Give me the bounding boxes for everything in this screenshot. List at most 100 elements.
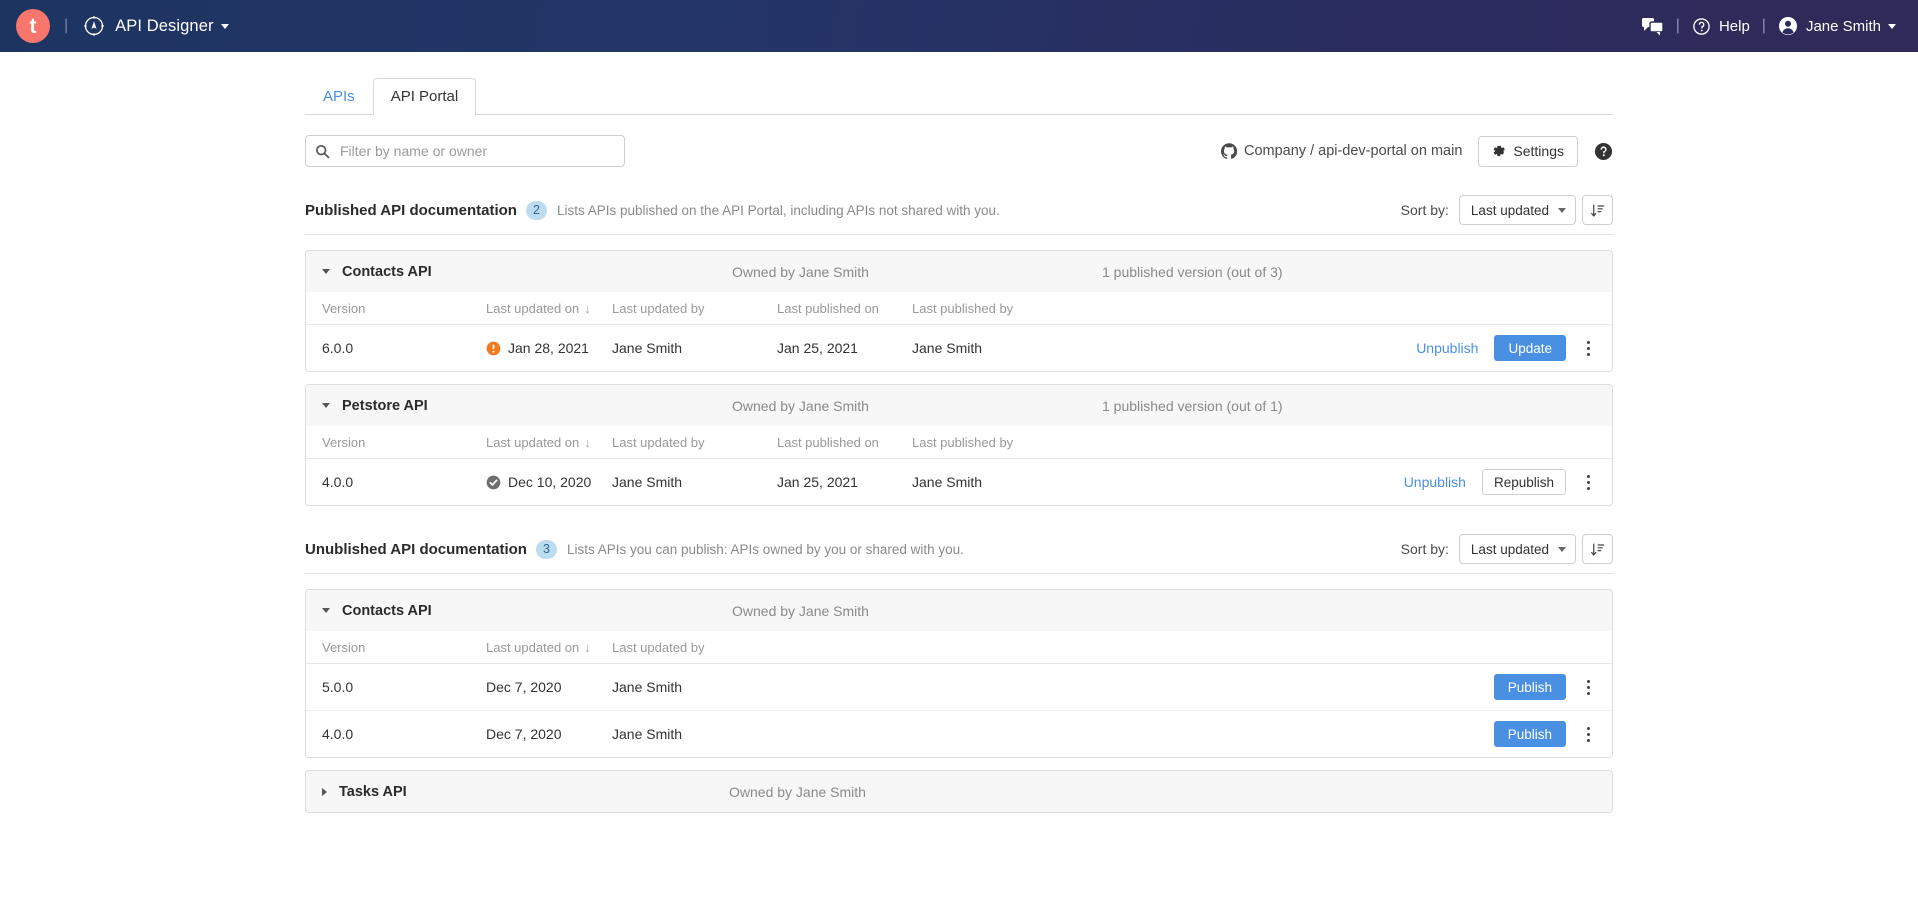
section-count-badge: 2 bbox=[525, 200, 547, 220]
tab-api-portal[interactable]: API Portal bbox=[372, 77, 477, 115]
caret-down-icon bbox=[322, 608, 330, 613]
kebab-menu-icon[interactable] bbox=[1576, 335, 1600, 361]
column-header-version[interactable]: Version bbox=[306, 292, 486, 325]
caret-right-icon bbox=[322, 787, 327, 796]
tab-apis-label: APIs bbox=[323, 87, 355, 105]
app-name-label: API Designer bbox=[115, 16, 214, 35]
cell-last-updated-by: Jane Smith bbox=[612, 726, 683, 742]
section-description: Lists APIs you can publish: APIs owned b… bbox=[566, 541, 964, 557]
top-navigation-bar: t | API Designer | Help | Jane Smith bbox=[0, 0, 1918, 52]
table-row: 4.0.0 Dec 10, 2020 Jane Smith Jan 25, 20… bbox=[306, 459, 1612, 506]
api-group-card: Petstore API Owned by Jane Smith 1 publi… bbox=[305, 384, 1613, 506]
republish-button[interactable]: Republish bbox=[1481, 469, 1566, 495]
table-header-row: Version Last updated on ↓ Last updated by… bbox=[306, 426, 1612, 459]
api-group-header[interactable]: Contacts API Owned by Jane Smith bbox=[306, 590, 1612, 631]
sort-by-select[interactable]: Last updated bbox=[1458, 195, 1576, 225]
api-group-owner: Owned by Jane Smith bbox=[732, 263, 869, 280]
brand-logo-letter: t bbox=[29, 14, 37, 38]
section-description: Lists APIs published on the API Portal, … bbox=[556, 202, 1000, 218]
sort-indicator-icon: ↓ bbox=[584, 435, 591, 450]
column-header-last-updated-on[interactable]: Last updated on ↓ bbox=[486, 631, 612, 664]
table-row: 5.0.0 Dec 7, 2020 Jane Smith Publish bbox=[306, 663, 1612, 711]
publish-button[interactable]: Publish bbox=[1493, 674, 1566, 700]
sort-descending-icon bbox=[1590, 203, 1605, 218]
column-header-last-updated-by[interactable]: Last updated by bbox=[612, 292, 777, 325]
column-header-last-updated-on[interactable]: Last updated on ↓ bbox=[486, 426, 612, 459]
update-button[interactable]: Update bbox=[1494, 335, 1566, 361]
section-header-unpublished: Unublished API documentation 3 Lists API… bbox=[305, 534, 1613, 574]
sort-indicator-icon: ↓ bbox=[584, 301, 591, 316]
column-header-last-updated-by[interactable]: Last updated by bbox=[612, 631, 1051, 664]
sort-direction-button[interactable] bbox=[1582, 195, 1613, 225]
content-container: APIs API Portal Filter by name or owner … bbox=[305, 52, 1613, 813]
column-label: Last updated on bbox=[486, 640, 580, 655]
api-group-header[interactable]: Tasks API Owned by Jane Smith bbox=[306, 771, 1612, 812]
settings-label: Settings bbox=[1513, 143, 1564, 159]
api-group-name: Contacts API bbox=[342, 602, 432, 619]
api-versions-table: Version Last updated on ↓ Last updated by… bbox=[306, 426, 1612, 505]
cell-version: 4.0.0 bbox=[322, 474, 354, 490]
sort-by-select[interactable]: Last updated bbox=[1458, 534, 1576, 564]
api-group-header[interactable]: Petstore API Owned by Jane Smith 1 publi… bbox=[306, 385, 1612, 426]
unpublish-link[interactable]: Unpublish bbox=[1416, 340, 1478, 356]
sort-by-value: Last updated bbox=[1470, 541, 1549, 557]
column-header-version[interactable]: Version bbox=[306, 426, 486, 459]
api-group-card: Contacts API Owned by Jane Smith Version… bbox=[305, 589, 1613, 758]
sort-by-label: Sort by: bbox=[1400, 541, 1449, 557]
cell-actions: Unpublish Update bbox=[1122, 325, 1612, 372]
page-body: APIs API Portal Filter by name or owner … bbox=[0, 52, 1918, 813]
sort-by-value: Last updated bbox=[1470, 202, 1549, 218]
cell-actions: Unpublish Republish bbox=[1122, 459, 1612, 506]
filter-toolbar: Company / api-dev-portal on main Setting… bbox=[305, 135, 1613, 167]
user-menu[interactable]: Jane Smith bbox=[1778, 16, 1896, 36]
help-menu[interactable]: Help bbox=[1692, 17, 1750, 36]
column-header-last-updated-on[interactable]: Last updated on ↓ bbox=[486, 292, 612, 325]
check-circle-icon bbox=[486, 475, 501, 490]
column-header-last-updated-by[interactable]: Last updated by bbox=[612, 426, 777, 459]
kebab-menu-icon[interactable] bbox=[1576, 674, 1600, 700]
column-header-last-published-by[interactable]: Last published by bbox=[912, 292, 1122, 325]
header-separator-3: | bbox=[1761, 17, 1766, 34]
column-header-last-published-on[interactable]: Last published on bbox=[777, 426, 912, 459]
kebab-menu-icon[interactable] bbox=[1576, 721, 1600, 747]
repository-label: Company / api-dev-portal on main bbox=[1243, 143, 1463, 159]
cell-last-updated-by: Jane Smith bbox=[612, 663, 1051, 711]
github-icon bbox=[1221, 143, 1237, 159]
cell-actions: Publish bbox=[1051, 711, 1612, 758]
tab-apis[interactable]: APIs bbox=[305, 78, 373, 116]
question-circle-icon bbox=[1692, 17, 1711, 36]
publish-button[interactable]: Publish bbox=[1493, 721, 1566, 747]
chat-icon[interactable] bbox=[1641, 16, 1664, 36]
warning-icon bbox=[486, 341, 501, 356]
column-header-last-published-by[interactable]: Last published by bbox=[912, 426, 1122, 459]
chevron-down-icon bbox=[1888, 23, 1896, 29]
search-input[interactable] bbox=[338, 142, 615, 160]
api-group-card: Tasks API Owned by Jane Smith bbox=[305, 770, 1613, 813]
cell-date-text: Jan 28, 2021 bbox=[508, 340, 589, 356]
api-group-header[interactable]: Contacts API Owned by Jane Smith 1 publi… bbox=[306, 251, 1612, 292]
cell-version: 4.0.0 bbox=[322, 726, 354, 742]
search-box[interactable] bbox=[305, 135, 625, 167]
sort-direction-button[interactable] bbox=[1582, 534, 1613, 564]
brand-logo[interactable]: t bbox=[16, 9, 50, 43]
help-circle-button[interactable] bbox=[1594, 142, 1613, 161]
column-header-last-published-on[interactable]: Last published on bbox=[777, 292, 912, 325]
column-header-actions bbox=[1122, 426, 1612, 459]
app-name-menu[interactable]: API Designer bbox=[115, 16, 229, 36]
settings-button[interactable]: Settings bbox=[1478, 135, 1578, 167]
section-sort-controls: Sort by: Last updated bbox=[1401, 534, 1613, 564]
section-count-badge: 3 bbox=[535, 539, 557, 559]
section-title: Published API documentation bbox=[305, 201, 517, 219]
api-group-version-count: 1 published version (out of 3) bbox=[1102, 263, 1283, 280]
api-group-owner: Owned by Jane Smith bbox=[732, 602, 869, 619]
api-group-name: Tasks API bbox=[339, 783, 407, 800]
api-versions-table: Version Last updated on ↓ Last updated by… bbox=[306, 292, 1612, 371]
api-group-version-count: 1 published version (out of 1) bbox=[1102, 397, 1283, 414]
cell-last-published-on: Jan 25, 2021 bbox=[777, 340, 858, 356]
section-header-published: Published API documentation 2 Lists APIs… bbox=[305, 195, 1613, 235]
header-separator-2: | bbox=[1675, 17, 1680, 34]
column-header-version[interactable]: Version bbox=[306, 631, 486, 664]
unpublish-link[interactable]: Unpublish bbox=[1404, 474, 1466, 490]
kebab-menu-icon[interactable] bbox=[1576, 469, 1600, 495]
user-name-label: Jane Smith bbox=[1805, 17, 1881, 35]
